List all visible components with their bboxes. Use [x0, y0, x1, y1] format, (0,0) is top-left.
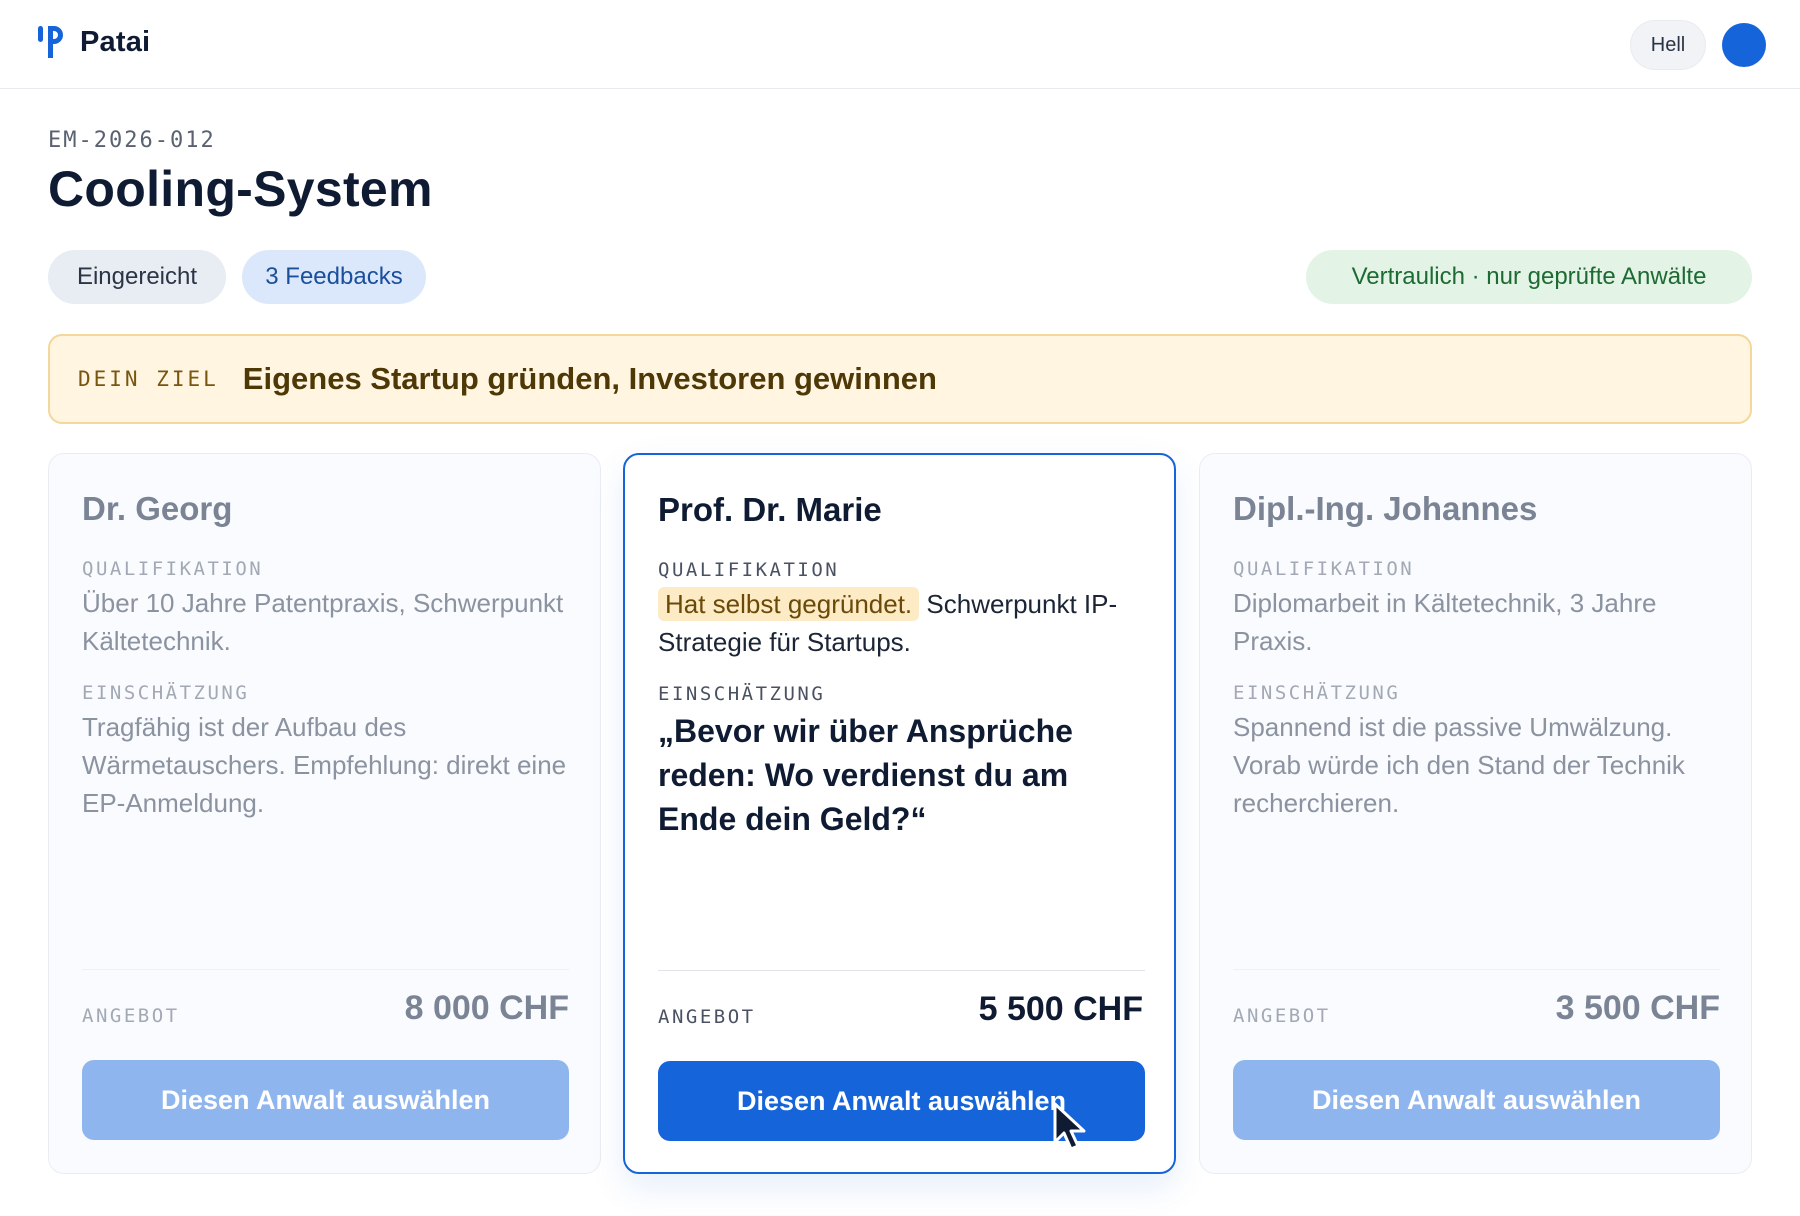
- mouse-pointer-icon: [1053, 1102, 1086, 1151]
- qualification-label: QUALIFIKATION: [658, 559, 840, 581]
- feedback-count-badge[interactable]: 3 Feedbacks: [242, 250, 426, 304]
- qualification-text: Über 10 Jahre Patentpraxis, Schwerpunkt …: [82, 588, 564, 656]
- qualification-label: QUALIFIKATION: [1233, 558, 1415, 580]
- assessment-label: EINSCHÄTZUNG: [658, 683, 826, 705]
- divider: [658, 970, 1145, 971]
- avatar[interactable]: [1722, 23, 1766, 67]
- select-lawyer-button[interactable]: Diesen Anwalt auswählen: [82, 1060, 569, 1140]
- status-badge: Eingereicht: [48, 250, 226, 304]
- lawyer-card[interactable]: Dipl.-Ing. Johannes QUALIFIKATION Diplom…: [1199, 453, 1752, 1174]
- top-bar: Patai Hell: [0, 0, 1800, 89]
- goal-banner: DEIN ZIEL Eigenes Startup gründen, Inves…: [48, 334, 1752, 424]
- offer-price: 3 500 CHF: [1555, 989, 1720, 1027]
- app-name: Patai: [80, 25, 151, 58]
- offer-label: ANGEBOT: [1233, 1005, 1331, 1027]
- offer-price: 5 500 CHF: [978, 990, 1143, 1028]
- lawyer-name: Dipl.-Ing. Johannes: [1233, 490, 1538, 527]
- qualification-text: Hat selbst gegründet. Schwerpunkt IP-Str…: [658, 585, 1148, 661]
- qualification-highlight: Hat selbst gegründet.: [658, 587, 920, 621]
- patai-logo-icon: [38, 26, 63, 58]
- assessment-label: EINSCHÄTZUNG: [82, 682, 250, 704]
- page-title: Cooling-System: [48, 161, 433, 217]
- lawyer-name: Prof. Dr. Marie: [658, 491, 882, 528]
- offer-label: ANGEBOT: [658, 1006, 756, 1028]
- brand[interactable]: Patai: [36, 22, 150, 62]
- offer-price: 8 000 CHF: [404, 989, 569, 1027]
- theme-toggle-button[interactable]: Hell: [1630, 20, 1706, 70]
- offer-label: ANGEBOT: [82, 1005, 180, 1027]
- divider: [82, 969, 569, 970]
- select-lawyer-button[interactable]: Diesen Anwalt auswählen: [1233, 1060, 1720, 1140]
- assessment-text: Tragfähig ist der Aufbau des Wärmetausch…: [82, 712, 567, 818]
- qualification-text: Diplomarbeit in Kältetechnik, 3 Jahre Pr…: [1233, 588, 1657, 656]
- assessment-label: EINSCHÄTZUNG: [1233, 682, 1401, 704]
- qualification-label: QUALIFIKATION: [82, 558, 264, 580]
- assessment-quote: „Bevor wir über Ansprüche reden: Wo verd…: [658, 713, 1073, 837]
- confidential-badge: Vertraulich · nur geprüfte Anwälte: [1306, 250, 1752, 304]
- assessment-text: Spannend ist die passive Umwälzung. Vora…: [1233, 712, 1685, 818]
- lawyer-name: Dr. Georg: [82, 490, 233, 527]
- goal-label: DEIN ZIEL: [78, 367, 219, 391]
- lawyer-card[interactable]: Dr. Georg QUALIFIKATION Über 10 Jahre Pa…: [48, 453, 601, 1174]
- goal-text: Eigenes Startup gründen, Investoren gewi…: [242, 361, 937, 396]
- divider: [1233, 969, 1720, 970]
- case-id: EM-2026-012: [48, 128, 216, 153]
- lawyer-card-selected[interactable]: Prof. Dr. Marie QUALIFIKATION Hat selbst…: [623, 453, 1176, 1174]
